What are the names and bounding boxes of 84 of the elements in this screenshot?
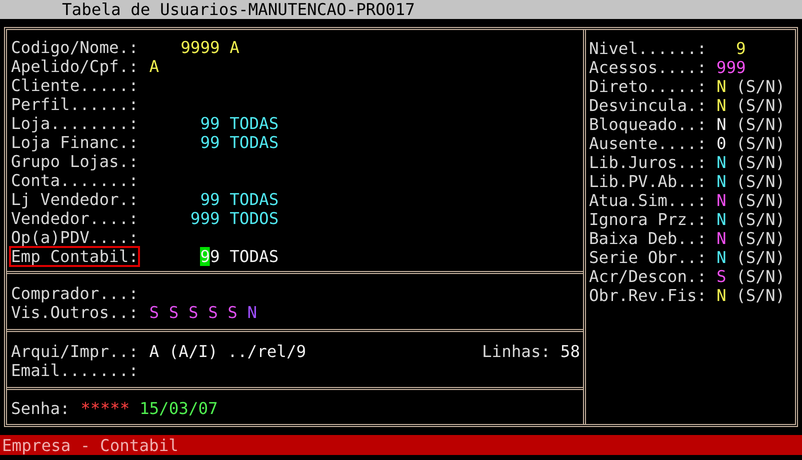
field-hint: (S/N)	[736, 96, 786, 115]
field-label: Linhas:	[482, 342, 551, 361]
field-label: Vis.Outros..:	[10, 303, 140, 322]
window-title: Tabela de Usuarios-MANUTENCAO-PRO017	[62, 0, 415, 19]
field-value: 0	[716, 134, 726, 153]
flag-value: N	[247, 303, 258, 322]
field-description: TODAS	[230, 114, 279, 133]
field-label: Loja Financ.:	[10, 133, 140, 152]
field-label: Op(a)PDV....:	[10, 228, 140, 247]
field-value: 99	[200, 190, 220, 209]
field-label: Obr.Rev.Fis:	[589, 286, 707, 305]
field-label: Lib.Juros..:	[589, 153, 707, 172]
field-hint: (S/N)	[736, 153, 786, 172]
field-label: Nivel......:	[589, 39, 707, 58]
field-hint: (S/N)	[736, 286, 786, 305]
file-path: ../rel/9	[228, 342, 306, 361]
field-label: Direto.....:	[589, 77, 707, 96]
field-value: N	[716, 77, 726, 96]
field-label: Arqui/Impr..:	[10, 342, 140, 361]
field-label: Codigo/Nome.:	[10, 38, 140, 57]
field-label: Acr/Descon.:	[589, 267, 707, 286]
field-label: Loja........:	[10, 114, 140, 133]
field-hint: (A/I)	[168, 342, 218, 361]
field-description: TODAS	[230, 133, 279, 152]
field-hint: (S/N)	[736, 77, 786, 96]
field-label: Ignora Prz.:	[589, 210, 707, 229]
field-value: A	[149, 342, 160, 361]
field-value: 999	[190, 209, 220, 228]
field-hint: (S/N)	[736, 172, 786, 191]
field-description: TODAS	[230, 247, 279, 266]
field-description: TODOS	[230, 209, 279, 228]
field-hint: (S/N)	[736, 248, 786, 267]
field-label: Email.......:	[10, 361, 140, 380]
field-value: N	[716, 153, 726, 172]
field-label: Acessos....:	[589, 58, 707, 77]
field-hint: (S/N)	[736, 115, 786, 134]
field-label: Comprador...:	[10, 284, 140, 303]
field-hint: (S/N)	[736, 210, 786, 229]
field-value: 9999	[180, 38, 220, 57]
flag-value: S	[168, 303, 179, 322]
field-label: Cliente.....:	[10, 76, 140, 95]
flag-value: S	[149, 303, 160, 322]
flag-value: S	[208, 303, 218, 322]
field-description: A	[230, 38, 240, 57]
field-value: N	[716, 172, 726, 191]
field-value: S	[716, 267, 726, 286]
field-value: N	[716, 96, 726, 115]
field-value: N	[716, 210, 726, 229]
field-label: Baixa Deb..:	[589, 229, 707, 248]
field-hint: (S/N)	[736, 229, 786, 248]
field-value: N	[716, 115, 726, 134]
password-mask: *****	[80, 399, 130, 418]
date-value: 15/03/07	[139, 399, 218, 418]
field-value: A	[149, 57, 160, 76]
field-description: TODAS	[230, 190, 279, 209]
field-label: Apelido/Cpf.:	[10, 57, 140, 76]
status-message: Empresa - Contabil	[1, 436, 178, 454]
field-label: Grupo Lojas.:	[10, 152, 140, 171]
field-label: Conta.......:	[10, 171, 140, 190]
field-value: 999	[716, 58, 746, 77]
field-hint: (S/N)	[736, 191, 786, 210]
field-hint: (S/N)	[736, 267, 786, 286]
field-label: Lj Vendedor.:	[10, 190, 140, 209]
field-value: 99	[200, 133, 220, 152]
field-label: Perfil......:	[10, 95, 140, 114]
field-value: 99	[200, 114, 220, 133]
field-label: Emp Contabil:	[10, 247, 140, 266]
field-label: Ausente....:	[589, 134, 707, 153]
field-label: Bloqueado..:	[589, 115, 707, 134]
flag-value: S	[228, 303, 238, 322]
field-label: Serie Obr..:	[589, 248, 707, 267]
field-value: 9	[736, 39, 746, 58]
flag-value: S	[188, 303, 198, 322]
field-value: N	[716, 286, 726, 305]
field-label: Desvincula.:	[589, 96, 707, 115]
field-value: N	[716, 248, 726, 267]
field-label: Vendedor....:	[10, 209, 140, 228]
field-value: 58	[560, 342, 580, 361]
field-label: Atua.Sim...:	[589, 191, 707, 210]
field-label: Senha:	[10, 399, 71, 418]
field-value: N	[716, 191, 726, 210]
field-value: N	[716, 229, 726, 248]
field-label: Lib.PV.Ab..:	[589, 172, 707, 191]
field-hint: (S/N)	[736, 134, 786, 153]
